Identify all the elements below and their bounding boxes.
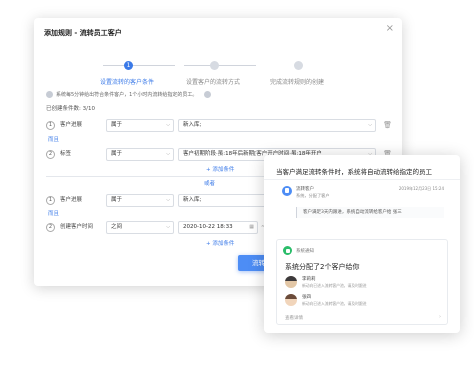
operator-select[interactable]: 属于 ⌵ [106,119,174,132]
condition-field-label: 标签 [60,151,72,157]
close-icon[interactable]: × [386,24,394,34]
notice-text: 系统每5分钟给出符合条件客户，1个小时内流转给指定的员工。 [56,92,198,98]
avatar [285,276,297,288]
add-condition-link[interactable]: + 添加条件 [206,165,234,173]
condition-row: 1 客户进展 属于 ⌵ 新入库; ⌵ 🗑 [46,119,396,132]
bot-avatar-icon [282,186,292,196]
chevron-right-icon[interactable]: › [439,314,441,320]
notice: 系统每5分钟给出符合条件客户，1个小时内流转给指定的员工。 [46,91,212,98]
row-number: 2 [46,150,55,159]
customer-desc: 新动向已进入流转客户池，请及时跟进 [302,283,367,288]
message-item: 流转客户 2019年12月23日 15:24 系统，分配了客户 客户满足3天内跟… [276,183,448,233]
or-label: 或者 [204,181,216,187]
calendar-icon: ▦ [249,224,254,230]
step-2-indicator [210,61,219,70]
popup-title: 当客户满足流转条件时，系统将自动流转给指定的员工 [276,168,432,176]
info-icon [46,91,53,98]
row-number: 2 [46,223,55,232]
system-avatar-icon [283,246,292,255]
customer-name: 李莉莉 [302,277,316,282]
divider [264,179,460,180]
stepper: 1 设置流转的客户条件 设置客户的流转方式 完成流转规则的创建 [94,60,334,90]
row-number: 1 [46,121,55,130]
customer-item[interactable]: 李莉莉 新动向已进入流转客户池，请及时跟进 [285,276,435,290]
customer-item[interactable]: 张四 新动向已进入流转客户池，请及时跟进 [285,294,435,308]
chevron-down-icon: ⌵ [166,197,170,203]
message-quote: 客户满足3天内跟进，系统自动流转给客户给 张三 [296,207,444,218]
value-select[interactable]: 新入库; ⌵ [178,119,376,132]
step-connector [103,65,175,66]
step-1-label: 设置流转的客户条件 [100,79,155,86]
message-time: 2019年12月23日 15:24 [398,186,444,191]
condition-field-label: 创建客户时间 [60,224,94,230]
operator-select[interactable]: 属于 ⌵ [106,148,174,161]
avatar [285,294,297,306]
message-sender: 流转客户 [296,187,314,192]
step-connector [184,65,256,66]
chevron-down-icon: ⌵ [166,122,170,128]
start-date-input[interactable]: 2020-10-22 18:33 ▦ [178,221,258,234]
view-details-link[interactable]: 查看详情 [285,315,303,321]
trash-icon[interactable]: 🗑 [383,121,392,129]
value-select[interactable]: 新入库; [178,194,274,207]
operator-select[interactable]: 属于 ⌵ [106,194,174,207]
step-2-label: 设置客户的流转方式 [186,79,241,86]
step-1-indicator: 1 [124,61,133,70]
assignment-card[interactable]: 系统通知 系统分配了2个客户给你 李莉莉 新动向已进入流转客户池，请及时跟进 张… [276,239,448,325]
and-link[interactable]: 而且 [48,135,59,143]
operator-select[interactable]: 之间 ⌵ [106,221,174,234]
help-icon[interactable] [204,91,212,98]
step-3-label: 完成流转规则的创建 [270,79,325,86]
customer-desc: 新动向已进入流转客户池，请及时跟进 [302,301,367,306]
chevron-down-icon: ⌵ [368,122,372,128]
notification-popup: 当客户满足流转条件时，系统将自动流转给指定的员工 流转客户 2019年12月23… [264,155,460,333]
dialog-title: 添加规则 - 流转员工客户 [44,29,122,37]
condition-field-label: 客户进展 [60,197,83,203]
and-link[interactable]: 而且 [48,209,59,217]
created-count: 已创建条件数: 3/10 [46,106,95,112]
row-number: 1 [46,196,55,205]
condition-field-label: 客户进展 [60,122,83,128]
add-condition-link[interactable]: + 添加条件 [206,239,234,247]
chevron-down-icon: ⌵ [166,151,170,157]
step-3-indicator [294,61,303,70]
customer-name: 张四 [302,295,311,300]
message-subtitle: 系统，分配了客户 [296,193,330,198]
chevron-down-icon: ⌵ [166,224,170,230]
card-sender: 系统通知 [296,249,314,254]
card-title: 系统分配了2个客户给你 [285,263,360,271]
